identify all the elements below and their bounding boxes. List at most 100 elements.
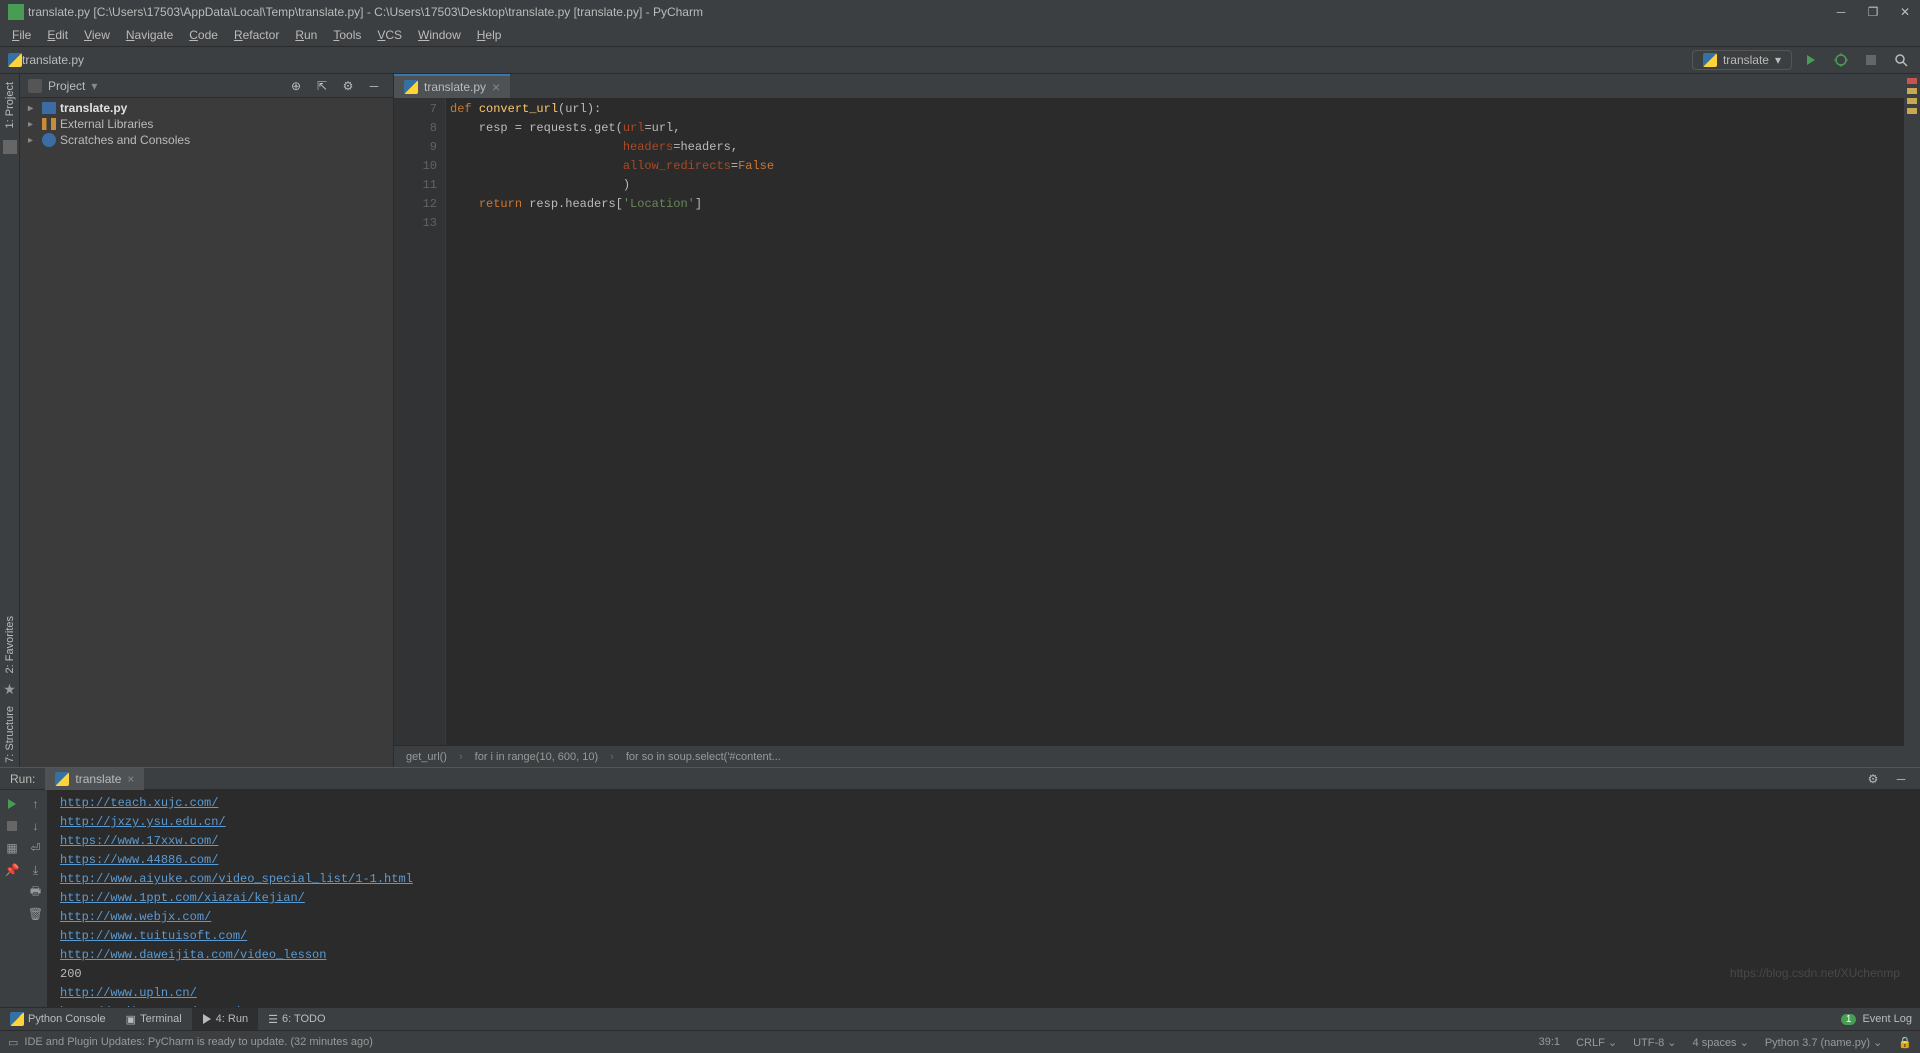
status-message: IDE and Plugin Updates: PyCharm is ready… [24,1036,373,1048]
rerun-button[interactable] [2,794,22,814]
settings-icon[interactable]: ⚙ [337,75,359,97]
menu-vcs[interactable]: VCS [369,26,410,44]
console-output[interactable]: http://teach.xujc.com/http://jxzy.ysu.ed… [48,790,1920,1007]
console-link[interactable]: http://jxzy.ysu.edu.cn/ [60,813,1908,832]
menu-navigate[interactable]: Navigate [118,26,181,44]
tree-label: translate.py [60,101,127,115]
line-separator[interactable]: CRLF ⌄ [1576,1036,1617,1049]
code-area[interactable]: def convert_url(url): resp = requests.ge… [446,98,1904,745]
tree-item[interactable]: ▸ External Libraries [20,116,393,132]
down-button[interactable]: ↓ [26,816,46,836]
editor-area: translate.py × 78910111213 def convert_u… [394,74,1904,767]
console-link[interactable]: http://www.tuituisoft.com/ [60,927,1908,946]
dropdown-icon: ▾ [1775,53,1781,67]
minimize-button[interactable]: ─ [1834,5,1848,19]
wrap-button[interactable]: ⏎ [26,838,46,858]
warning-marker[interactable] [1907,108,1917,114]
breadcrumb-path[interactable]: translate.py [22,53,84,67]
favorites-tool-button[interactable]: 2: Favorites [4,612,16,677]
structure-tool-button[interactable]: 7: Structure [4,702,16,767]
bottom-tool-terminal[interactable]: ▣Terminal [116,1008,192,1030]
tree-label: External Libraries [60,117,153,131]
expand-arrow-icon[interactable]: ▸ [28,135,38,146]
clear-button[interactable]: 🗑 [26,904,46,924]
python-file-icon [404,80,418,94]
editor-tab-translate[interactable]: translate.py × [394,74,510,98]
menu-refactor[interactable]: Refactor [226,26,287,44]
collapse-icon[interactable]: ⇱ [311,75,333,97]
tree-item[interactable]: ▸Scratches and Consoles [20,132,393,148]
run-hide-icon[interactable]: ─ [1890,768,1912,790]
console-link[interactable]: http://www.1ppt.com/xiazai/kejian/ [60,889,1908,908]
bottom-tool-run[interactable]: 4: Run [192,1008,258,1030]
console-link[interactable]: http://www.daweijita.com/video_lesson [60,946,1908,965]
project-tool-button[interactable]: 1: Project [4,78,16,132]
breadcrumb-segment[interactable]: get_url() [406,751,447,763]
bottom-tool-pythonconsole[interactable]: Python Console [0,1008,116,1030]
run-panel: Run: translate × ⚙ ─ ▦ 📌 ↑ ↓ ⏎ ⤓ 🖶 🗑 htt… [0,767,1920,1007]
cursor-position[interactable]: 39:1 [1539,1036,1560,1049]
folder-icon [42,102,56,114]
expand-arrow-icon[interactable]: ▸ [28,119,38,130]
bottom-tool-todo[interactable]: ☰6: TODO [258,1008,335,1030]
run-config-selector[interactable]: translate ▾ [1692,50,1792,70]
menu-view[interactable]: View [76,26,118,44]
tree-item[interactable]: ▸ translate.py [20,100,393,116]
status-bar: ▭ IDE and Plugin Updates: PyCharm is rea… [0,1030,1920,1053]
console-link[interactable]: http://www.upln.cn/ [60,984,1908,1003]
console-link[interactable]: http://www.aiyuke.com/video_special_list… [60,870,1908,889]
search-button[interactable] [1890,49,1912,71]
file-encoding[interactable]: UTF-8 ⌄ [1633,1036,1676,1049]
console-link[interactable]: https://www.44886.com/ [60,851,1908,870]
project-tree[interactable]: ▸ translate.py ▸ External Libraries▸Scratch… [20,98,393,767]
terminal-icon: ▣ [126,1013,136,1026]
console-link[interactable]: http://teach.xujc.com/ [60,794,1908,813]
layout-button[interactable]: ▦ [2,838,22,858]
run-tab[interactable]: translate × [45,768,144,790]
expand-arrow-icon[interactable]: ▸ [28,103,38,114]
breadcrumb-segment[interactable]: for i in range(10, 600, 10) [475,751,599,763]
maximize-button[interactable]: ❐ [1866,5,1880,19]
library-icon [42,118,56,130]
project-dropdown-icon[interactable]: ▾ [91,79,97,93]
hide-icon[interactable]: ─ [363,75,385,97]
menu-file[interactable]: File [4,26,39,44]
breadcrumb-segment[interactable]: for so in soup.select('#content... [626,751,781,763]
console-link[interactable]: https://www.17xxw.com/ [60,832,1908,851]
project-title: Project [48,79,85,93]
warning-marker[interactable] [1907,88,1917,94]
close-tab-icon[interactable]: × [492,79,500,95]
menu-edit[interactable]: Edit [39,26,76,44]
editor-content[interactable]: 78910111213 def convert_url(url): resp =… [394,98,1904,745]
menu-window[interactable]: Window [410,26,469,44]
code-breadcrumb[interactable]: get_url()›for i in range(10, 600, 10)›fo… [394,745,1904,767]
run-config-name: translate [1723,53,1769,67]
menu-help[interactable]: Help [469,26,510,44]
python-icon [55,772,69,786]
console-link[interactable]: http://weike.enetedu.com/ [60,1003,1908,1007]
menu-tools[interactable]: Tools [325,26,369,44]
folder-icon[interactable] [3,140,17,154]
run-settings-icon[interactable]: ⚙ [1862,768,1884,790]
run-button[interactable] [1800,49,1822,71]
event-log-button[interactable]: Event Log [1862,1013,1912,1025]
menu-code[interactable]: Code [181,26,226,44]
pin-button[interactable]: 📌 [2,860,22,880]
locate-icon[interactable]: ⊕ [285,75,307,97]
menu-run[interactable]: Run [287,26,325,44]
print-button[interactable]: 🖶 [26,882,46,902]
lock-icon[interactable]: 🔒 [1898,1036,1912,1049]
indent-config[interactable]: 4 spaces ⌄ [1693,1036,1749,1049]
stop-button[interactable] [1860,49,1882,71]
error-marker[interactable] [1907,78,1917,84]
console-link[interactable]: http://www.webjx.com/ [60,908,1908,927]
scroll-button[interactable]: ⤓ [26,860,46,880]
tool-label: Python Console [28,1013,106,1025]
close-button[interactable]: ✕ [1898,5,1912,19]
close-run-tab-icon[interactable]: × [127,772,134,786]
up-button[interactable]: ↑ [26,794,46,814]
debug-button[interactable] [1830,49,1852,71]
python-interpreter[interactable]: Python 3.7 (name.py) ⌄ [1765,1036,1882,1049]
warning-marker[interactable] [1907,98,1917,104]
stop-run-button[interactable] [2,816,22,836]
